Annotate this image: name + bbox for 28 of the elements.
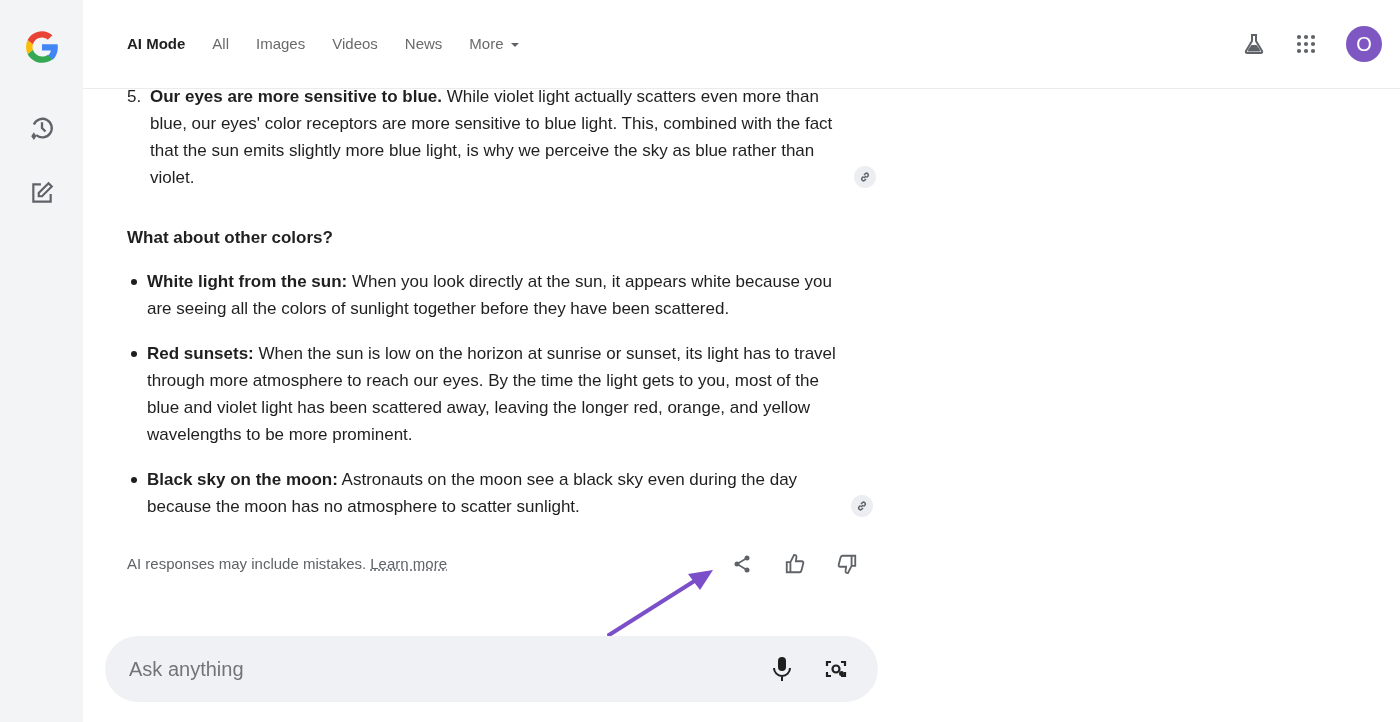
section-heading: What about other colors? (127, 227, 334, 249)
answer-paragraph: Red sunsets: When the sun is low on the horizon at sunrise or sunset, its light has to travel through more atmosphere to reach our eyes. By the time the light gets to you, most of the blue and violet light has been scattered away, leaving the longer red, orange, and yellow wavelengths to be more prominent. (147, 343, 837, 446)
nav-tab[interactable]: All (212, 32, 229, 56)
disclaimer-text: AI responses may include mistakes. (127, 553, 367, 574)
profile-avatar[interactable]: O (1346, 26, 1382, 62)
bullet-icon (131, 351, 137, 357)
apps-grid-icon[interactable] (1296, 34, 1316, 54)
bullet-icon (131, 477, 137, 483)
thumbs-up-icon[interactable] (784, 553, 806, 575)
microphone-icon[interactable] (772, 656, 792, 682)
share-icon[interactable] (732, 554, 752, 574)
nav-tab[interactable]: More (469, 32, 520, 56)
answer-paragraph: Our eyes are more sensitive to blue. While violet light actually scatters even more than blue, our eyes' color receptors are more sensitive to blue light. This, combined with the fact that the sun emits slightly more blue light, is why we perceive the sky as blue rather than violet. (150, 89, 834, 189)
bullet-icon (131, 279, 137, 285)
learn-more-link[interactable]: Learn more (370, 552, 447, 576)
nav-tab[interactable]: AI Mode (127, 32, 186, 56)
link-icon[interactable] (851, 495, 873, 517)
nav-tab[interactable]: News (404, 32, 443, 56)
list-number: 5. (127, 89, 143, 108)
thumbs-down-icon[interactable] (836, 553, 858, 575)
answer-paragraph: Black sky on the moon: Astronauts on the moon see a black sky even during the day because the moon has no atmosphere to scatter sunlight. (147, 469, 799, 518)
answer-paragraph: White light from the sun: When you look directly at the sun, it appears white because you are seeing all the colors of sunlight together before they have been scattered. (147, 271, 833, 320)
search-input[interactable]: Ask anything (127, 653, 772, 685)
nav-tab[interactable]: Images (256, 32, 306, 56)
flask-icon[interactable] (1242, 32, 1266, 56)
nav-tab[interactable]: Videos (332, 32, 378, 56)
search-field[interactable]: Ask anything (105, 636, 878, 702)
link-icon[interactable] (854, 166, 876, 188)
